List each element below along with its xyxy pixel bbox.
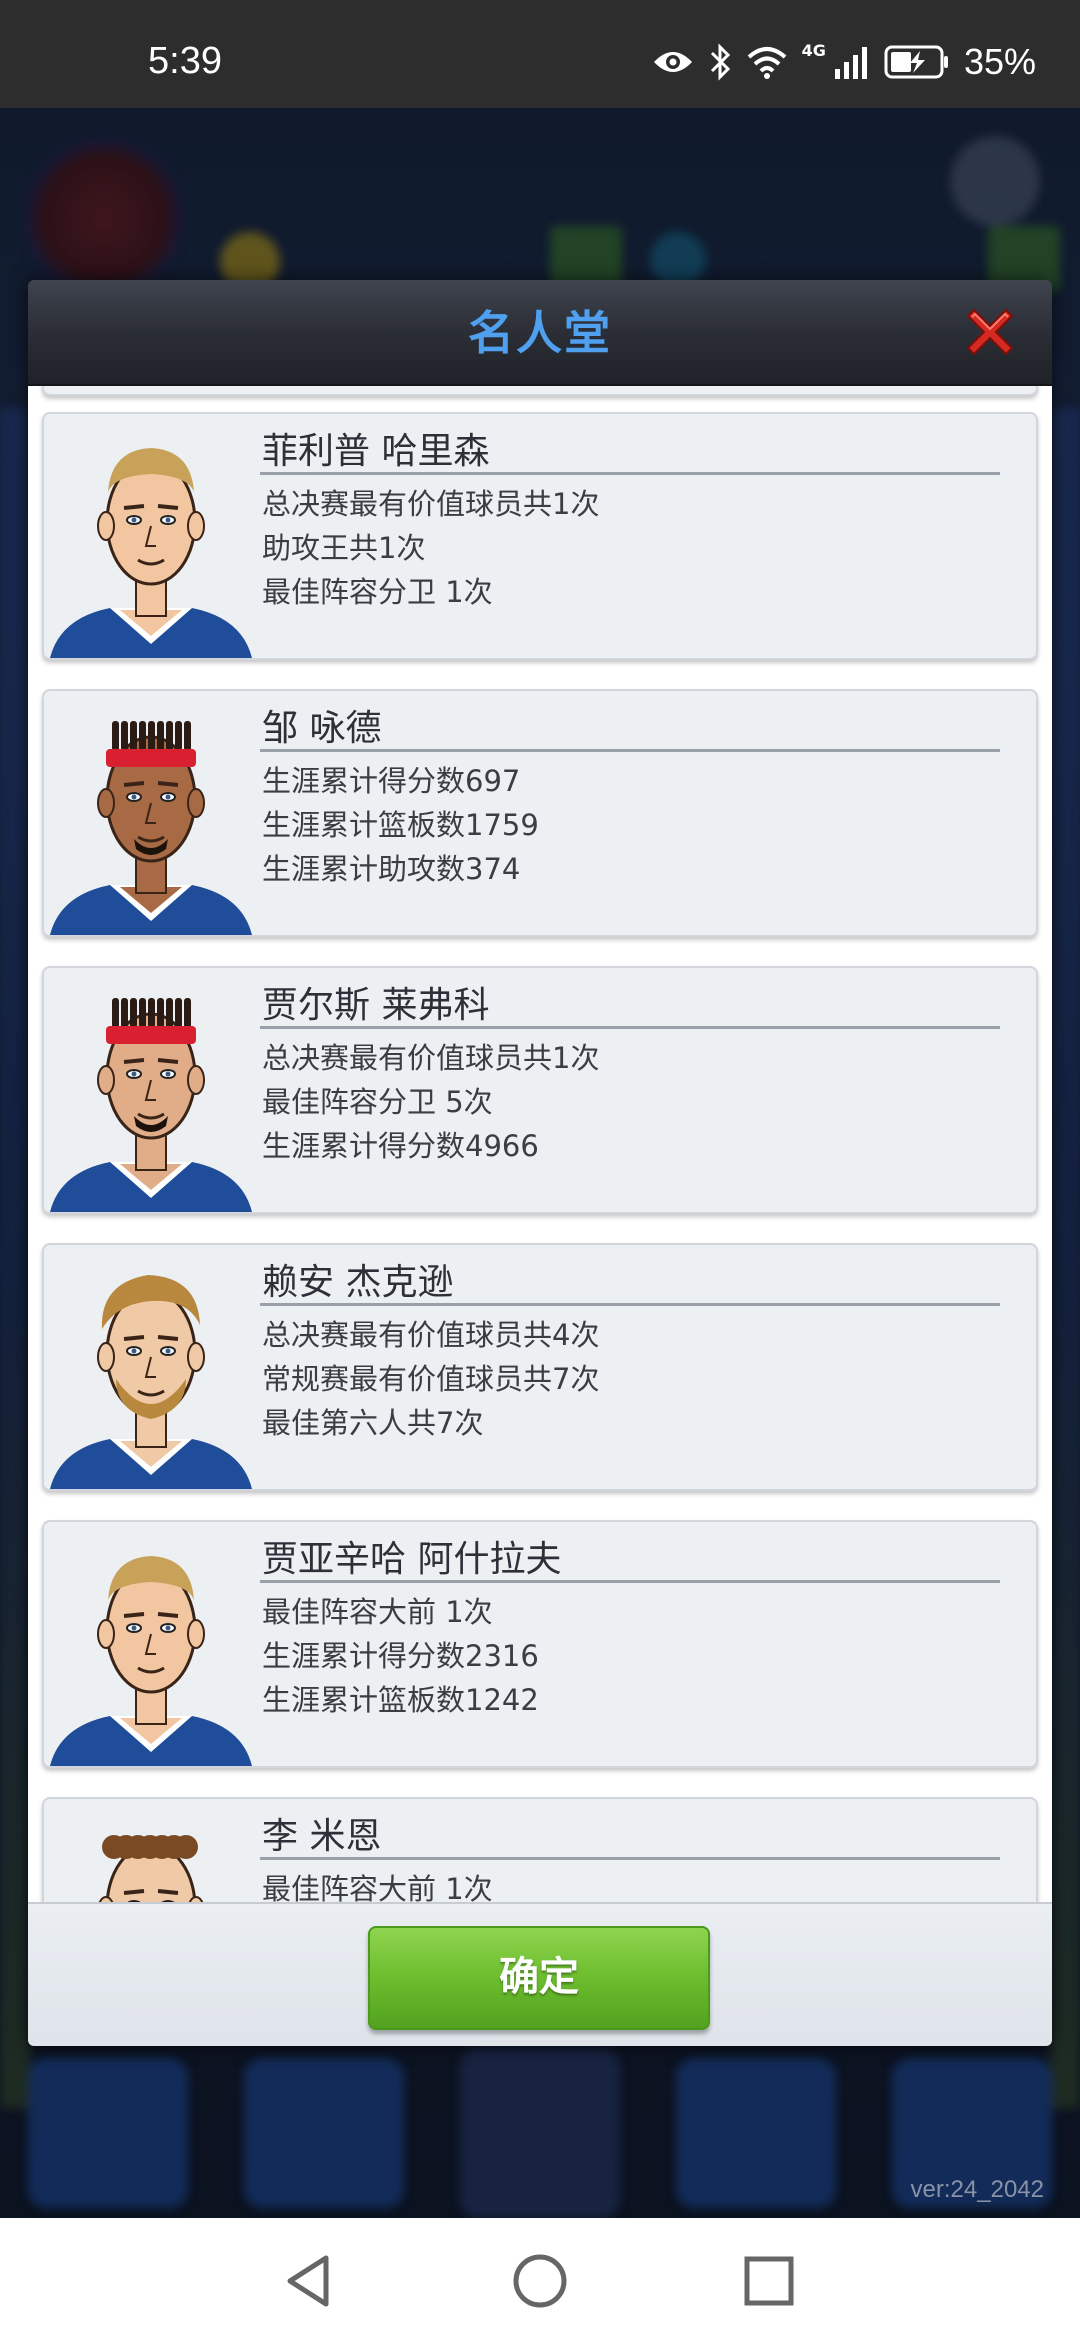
player-name: 菲利普 哈里森	[262, 431, 490, 472]
player-name: 邹 咏德	[262, 708, 382, 749]
player-portrait-icon	[50, 721, 252, 935]
player-card: 赖安 杰克逊总决赛最有价值球员共4次 常规赛最有价值球员共7次 最佳第六人共7次	[42, 1243, 1038, 1491]
player-achievements: 最佳阵容大前 1次	[262, 1867, 493, 1902]
player-achievements: 总决赛最有价值球员共1次 最佳阵容分卫 5次生涯累计得分数4966	[262, 1036, 599, 1168]
achievement-line: 生涯累计助攻数374	[262, 852, 521, 886]
player-name: 赖安 杰克逊	[262, 1262, 454, 1303]
dialog-header: 名人堂	[28, 280, 1052, 386]
player-portrait-icon	[50, 448, 252, 658]
signal-icon	[834, 47, 867, 79]
player-card: 贾尔斯 莱弗科总决赛最有价值球员共1次 最佳阵容分卫 5次生涯累计得分数4966	[42, 966, 1038, 1214]
name-divider	[260, 472, 1000, 475]
player-achievements: 生涯累计得分数697 生涯累计篮板数1759 生涯累计助攻数374	[262, 759, 539, 891]
gear-icon	[950, 136, 1040, 226]
dialog-footer: 确定	[28, 1902, 1052, 2046]
achievement-line: 助攻王共1次	[262, 531, 426, 565]
version-label: ver:24_2042	[910, 2176, 1044, 2203]
battery-charging-icon	[884, 45, 948, 79]
player-portrait-icon	[98, 1835, 204, 1902]
hall-of-fame-dialog: 名人堂 菲利普 哈里森总决赛最有价值球员共1次 助攻王共1次最佳阵容分卫 1次邹 …	[28, 280, 1052, 2046]
player-card: 菲利普 哈里森总决赛最有价值球员共1次 助攻王共1次最佳阵容分卫 1次	[42, 412, 1038, 660]
achievement-line: 生涯累计得分数4966	[262, 1129, 539, 1163]
bluetooth-icon	[710, 43, 730, 81]
eye-icon	[653, 52, 692, 72]
status-bar: 5:39 4G 35%	[0, 0, 1080, 108]
network-label: 4G	[801, 40, 826, 60]
court-menu-icon	[460, 2048, 620, 2218]
achievement-line: 生涯累计得分数2316	[262, 1639, 539, 1673]
player-portrait-icon	[50, 998, 252, 1212]
player-portrait-icon	[50, 1556, 252, 1766]
background-panel-left	[0, 408, 30, 2108]
team-logo-icon	[24, 138, 184, 298]
confirm-button[interactable]: 确定	[368, 1926, 710, 2030]
player-card: 李 米恩最佳阵容大前 1次	[42, 1797, 1038, 1902]
achievement-line: 常规赛最有价值球员共7次	[262, 1362, 600, 1396]
player-name: 李 米恩	[262, 1816, 382, 1857]
team-name-blurred	[200, 138, 224, 203]
background-panel-right	[1050, 408, 1080, 2108]
player-name: 贾尔斯 莱弗科	[262, 985, 490, 1026]
achievement-line: 总决赛最有价值球员共1次	[262, 487, 600, 521]
player-list-viewport[interactable]: 菲利普 哈里森总决赛最有价值球员共1次 助攻王共1次最佳阵容分卫 1次邹 咏德生涯…	[28, 386, 1052, 1902]
player-achievements: 总决赛最有价值球员共4次 常规赛最有价值球员共7次 最佳第六人共7次	[262, 1313, 599, 1445]
name-divider	[260, 1580, 1000, 1583]
achievement-line: 生涯累计得分数697	[262, 764, 521, 798]
achievement-line: 生涯累计篮板数1759	[262, 808, 539, 842]
player-portrait-icon	[50, 1275, 252, 1489]
chat-menu-icon	[676, 2058, 836, 2208]
battery-percent: 35%	[963, 41, 1036, 82]
name-divider	[260, 1303, 1000, 1306]
player-achievements: 最佳阵容大前 1次生涯累计得分数2316 生涯累计篮板数1242	[262, 1590, 539, 1722]
player-card: 贾亚辛哈 阿什拉夫最佳阵容大前 1次生涯累计得分数2316 生涯累计篮板数1242	[42, 1520, 1038, 1768]
dialog-title: 名人堂	[468, 306, 612, 360]
achievement-line: 生涯累计篮板数1242	[262, 1683, 539, 1717]
achievement-line: 总决赛最有价值球员共4次	[262, 1318, 600, 1352]
close-icon[interactable]	[958, 300, 1022, 364]
currency-menu-icon	[244, 2058, 404, 2208]
achievement-line: 最佳阵容分卫 5次	[262, 1085, 493, 1119]
player-achievements: 总决赛最有价值球员共1次 助攻王共1次最佳阵容分卫 1次	[262, 482, 599, 614]
star-menu-icon	[28, 2058, 188, 2208]
player-name: 贾亚辛哈 阿什拉夫	[262, 1539, 562, 1580]
confirm-button-label: 确定	[499, 1954, 579, 2000]
wifi-icon	[747, 47, 786, 79]
achievement-line: 总决赛最有价值球员共1次	[262, 1041, 600, 1075]
name-divider	[260, 1026, 1000, 1029]
status-icons: 4G 35%	[652, 40, 1036, 84]
status-time: 5:39	[148, 40, 222, 82]
home-icon[interactable]	[507, 2248, 573, 2314]
back-icon[interactable]	[276, 2248, 342, 2314]
name-divider	[260, 749, 1000, 752]
achievement-line: 最佳阵容大前 1次	[262, 1595, 493, 1629]
achievement-line: 最佳第六人共7次	[262, 1406, 484, 1440]
recents-icon[interactable]	[736, 2248, 802, 2314]
player-card: 邹 咏德生涯累计得分数697 生涯累计篮板数1759 生涯累计助攻数374	[42, 689, 1038, 937]
achievement-line: 最佳阵容分卫 1次	[262, 575, 493, 609]
name-divider	[260, 1857, 1000, 1860]
achievement-line: 最佳阵容大前 1次	[262, 1872, 493, 1902]
system-nav-bar	[0, 2218, 1080, 2340]
player-card-partial	[42, 386, 1038, 396]
